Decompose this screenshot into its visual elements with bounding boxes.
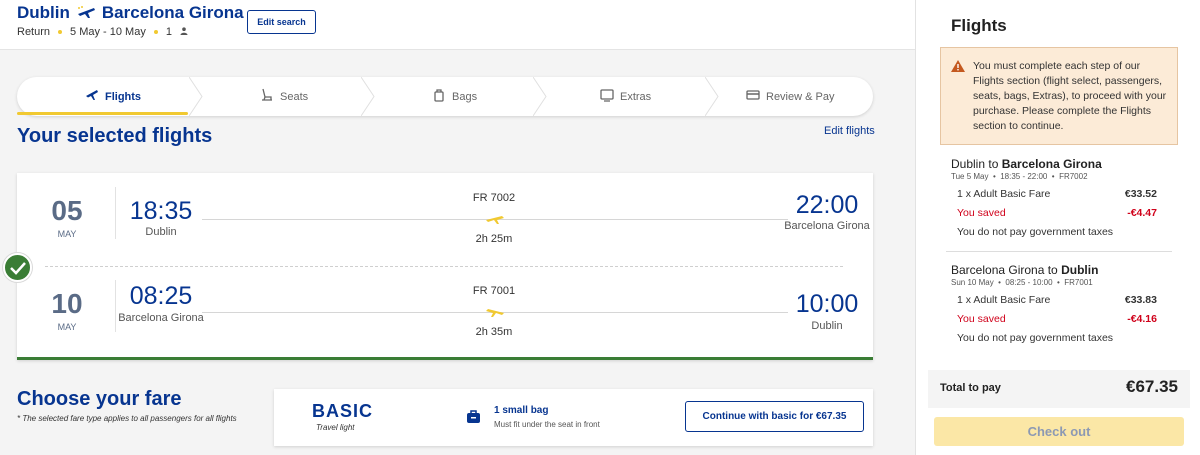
arrival-time: 10:00 xyxy=(795,290,859,318)
departure-city: Dublin xyxy=(145,226,177,238)
flight-day: 05 xyxy=(51,195,83,226)
divider xyxy=(946,251,1172,252)
route-title: Dublin Barcelona Girona xyxy=(17,3,244,23)
departure-time: 18:35 xyxy=(129,197,193,225)
segment-flight: FR7002 xyxy=(1059,172,1088,181)
fare-name: BASIC xyxy=(312,401,374,421)
booking-steps: Flights Seats Bags Extras Review & Pay xyxy=(17,77,873,116)
segment-from: Dublin xyxy=(951,157,986,171)
person-icon xyxy=(180,26,188,38)
flight-row-outbound: 05 MAY 18:35 Dublin FR 7002 2h 25m 22:00… xyxy=(17,173,873,253)
arrival-city: Dublin xyxy=(811,320,843,332)
flight-number: FR 7002 xyxy=(472,192,516,204)
step-bags[interactable]: Bags xyxy=(432,77,477,116)
plane-icon xyxy=(76,5,96,22)
warning-message: You must complete each step of our Fligh… xyxy=(940,47,1178,145)
warning-icon xyxy=(951,60,965,72)
flight-divider xyxy=(45,266,843,267)
saved-amount: -€4.47 xyxy=(1127,207,1157,219)
segment-title: Dublin to Barcelona Girona xyxy=(951,157,1102,171)
origin-city: Dublin xyxy=(17,3,70,22)
trip-dates: 5 May - 10 May xyxy=(70,26,146,38)
step-label: Flights xyxy=(105,90,142,103)
fare-amount: €33.52 xyxy=(1124,188,1157,200)
trip-type: Return xyxy=(17,26,51,38)
plane-icon xyxy=(486,309,504,317)
segment-times: 08:25 - 10:00 xyxy=(1005,278,1053,287)
extras-icon xyxy=(600,88,614,105)
flight-day: 10 xyxy=(51,288,83,319)
edit-search-button[interactable]: Edit search xyxy=(247,10,316,34)
segment-meta: Tue 5 May • 18:35 - 22:00 • FR7002 xyxy=(951,172,1088,181)
step-extras[interactable]: Extras xyxy=(600,77,651,116)
step-divider xyxy=(361,77,375,116)
active-step-indicator xyxy=(17,112,188,115)
trip-details: Return 5 May - 10 May 1 xyxy=(17,26,188,38)
plane-icon xyxy=(486,216,504,224)
total-amount: €67.35 xyxy=(1126,377,1178,396)
warning-text: You must complete each step of our Fligh… xyxy=(973,60,1167,132)
passenger-count: 1 xyxy=(165,26,172,38)
departure-time: 08:25 xyxy=(129,282,193,310)
step-label: Review & Pay xyxy=(766,90,835,103)
seat-icon xyxy=(260,88,274,105)
step-seats[interactable]: Seats xyxy=(260,77,308,116)
segment-title: Barcelona Girona to Dublin xyxy=(951,263,1099,277)
continue-with-basic-button[interactable]: Continue with basic for €67.35 xyxy=(685,401,864,432)
flight-duration: 2h 25m xyxy=(475,233,513,245)
segment-date: Sun 10 May xyxy=(951,278,994,287)
step-divider xyxy=(705,77,719,116)
plane-icon xyxy=(85,88,99,105)
segment-to: Dublin xyxy=(1061,263,1099,277)
selected-flights-heading: Your selected flights xyxy=(17,125,213,147)
step-divider xyxy=(533,77,547,116)
step-divider xyxy=(189,77,203,116)
edit-flights-link[interactable]: Edit flights xyxy=(824,125,875,137)
checkmark-icon xyxy=(3,253,32,282)
flight-month: MAY xyxy=(57,322,77,332)
card-icon xyxy=(746,88,760,105)
saved-amount: -€4.16 xyxy=(1127,313,1157,325)
destination-city: Barcelona Girona xyxy=(101,3,244,22)
choose-fare-heading: Choose your fare xyxy=(17,388,182,410)
departure-city: Barcelona Girona xyxy=(118,312,204,324)
total-label: Total to pay xyxy=(940,382,1001,394)
flight-duration: 2h 35m xyxy=(475,326,513,338)
step-label: Bags xyxy=(452,90,478,103)
segment-date: Tue 5 May xyxy=(951,172,989,181)
flight-row-return: 10 MAY 08:25 Barcelona Girona FR 7001 2h… xyxy=(17,266,873,346)
tax-note: You do not pay government taxes xyxy=(957,226,1114,238)
summary-title: Flights xyxy=(951,16,1007,35)
bag-allowance-title: 1 small bag xyxy=(494,405,549,416)
arrival-time: 22:00 xyxy=(795,191,859,219)
flight-number: FR 7001 xyxy=(472,285,516,297)
segment-from: Barcelona Girona xyxy=(951,263,1045,277)
checkout-button[interactable]: Check out xyxy=(934,417,1184,446)
step-review-pay[interactable]: Review & Pay xyxy=(746,77,834,116)
bag-allowance-description: Must fit under the seat in front xyxy=(494,420,600,429)
fare-subtitle: Travel light xyxy=(316,423,355,432)
separator-dot xyxy=(153,30,158,34)
arrival-city: Barcelona Girona xyxy=(784,220,870,232)
tax-note: You do not pay government taxes xyxy=(957,332,1114,344)
small-bag-icon xyxy=(467,410,480,423)
fare-note: * The selected fare type applies to all … xyxy=(17,414,237,423)
total-bar: Total to pay €67.35 xyxy=(928,370,1190,408)
flight-month: MAY xyxy=(57,229,77,239)
segment-to: Barcelona Girona xyxy=(1001,157,1102,171)
fare-card: BASIC Travel light 1 small bag Must fit … xyxy=(274,389,873,446)
bag-icon xyxy=(432,88,446,105)
segment-meta: Sun 10 May • 08:25 - 10:00 • FR7001 xyxy=(951,278,1093,287)
step-flights[interactable]: Flights xyxy=(85,77,141,116)
segment-flight: FR7001 xyxy=(1064,278,1093,287)
step-label: Seats xyxy=(280,90,309,103)
fare-amount: €33.83 xyxy=(1124,294,1157,306)
segment-times: 18:35 - 22:00 xyxy=(1000,172,1048,181)
separator-dot xyxy=(58,30,63,34)
step-label: Extras xyxy=(620,90,652,103)
